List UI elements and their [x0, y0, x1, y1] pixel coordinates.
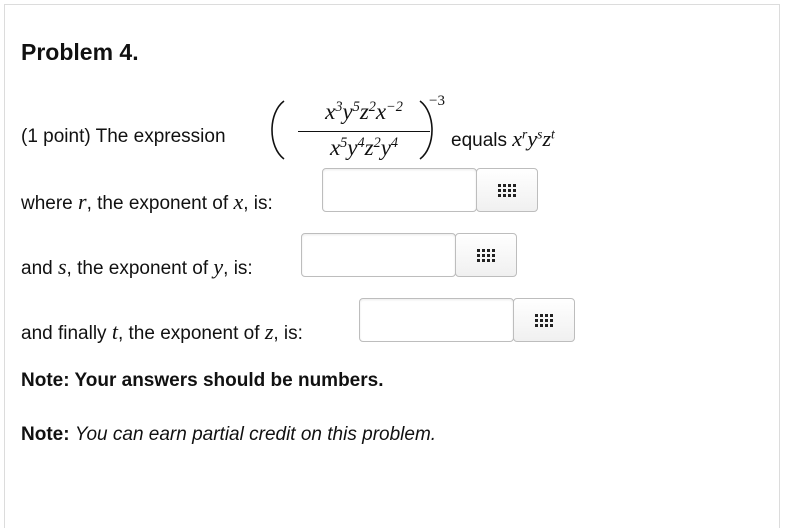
grid-icon	[535, 313, 553, 327]
equation-editor-button-r[interactable]	[476, 168, 538, 212]
note-numbers: Note: Your answers should be numbers.	[21, 370, 384, 391]
answer-s-label: and s, the exponent of y, is:	[21, 254, 253, 279]
answer-t-input[interactable]	[359, 298, 514, 342]
left-paren	[271, 100, 285, 160]
equation-editor-button-t[interactable]	[513, 298, 575, 342]
math-expression: x3y5z2x−2 x5y4z2y4 −3	[260, 91, 452, 177]
answer-r-input[interactable]	[322, 168, 477, 212]
note-partial-credit: Note: You can earn partial credit on thi…	[21, 424, 436, 446]
answer-t-label: and finally t, the exponent of z, is:	[21, 319, 303, 344]
equation-editor-button-s[interactable]	[455, 233, 517, 277]
equals-clause: equals xryszt	[451, 126, 555, 152]
grid-icon	[477, 248, 495, 262]
note-label: Note:	[21, 424, 70, 445]
fraction-bar	[298, 131, 430, 132]
result-monomial: xryszt	[512, 126, 555, 151]
equals-text: equals	[451, 130, 507, 151]
note-text: You can earn partial credit on this prob…	[74, 424, 437, 445]
answer-s-input[interactable]	[301, 233, 456, 277]
answer-r-label: where r, the exponent of x, is:	[21, 189, 273, 214]
problem-intro: (1 point) The expression	[21, 126, 226, 148]
problem-title: Problem 4.	[21, 39, 139, 65]
problem-panel: Problem 4. (1 point) The expression x3y5…	[4, 4, 780, 528]
intro-prefix: (1 point) The expression	[21, 126, 226, 147]
grid-icon	[498, 183, 516, 197]
outer-exponent: −3	[429, 93, 445, 109]
